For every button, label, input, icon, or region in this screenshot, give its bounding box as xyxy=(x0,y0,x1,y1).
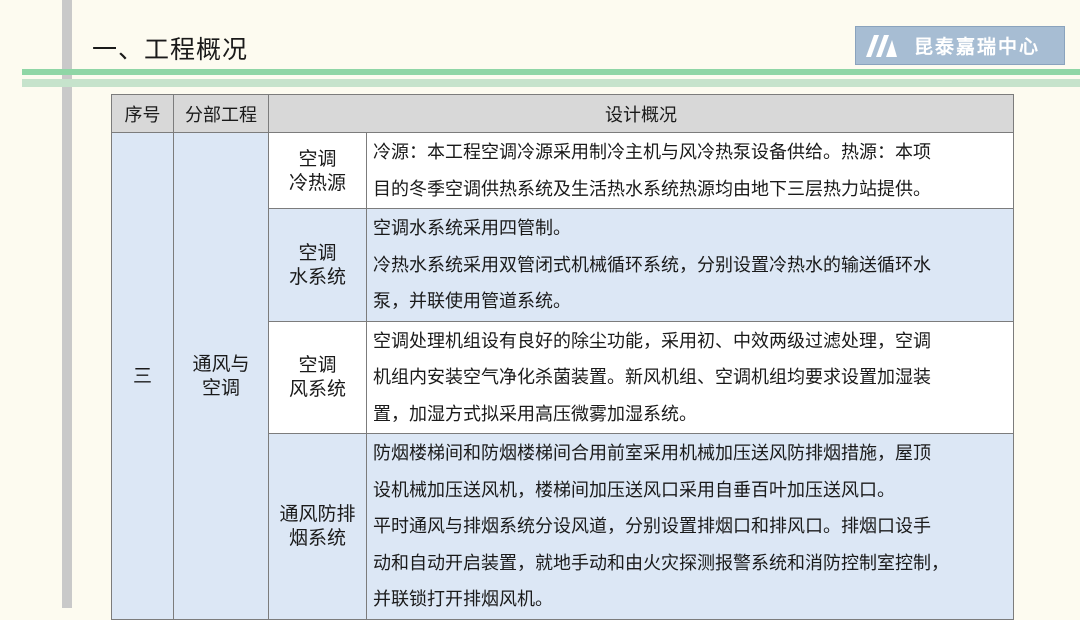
item-line: 冷热源 xyxy=(288,171,346,194)
logo-mark-icon xyxy=(866,34,897,57)
description-line: 平时通风与排烟系统分设风道，分别设置排烟口和排风口。排烟口设手 xyxy=(373,516,931,537)
item-cell: 通风防排 烟系统 xyxy=(268,433,367,620)
table-header-row: 序号 分部工程 设计概况 xyxy=(111,94,1014,133)
item-line: 烟系统 xyxy=(288,527,346,550)
header-rule-top xyxy=(22,69,1080,75)
project-overview-table: 序号 分部工程 设计概况 三 通风与 空调 空调 冷热源 冷源：本工程空调冷源采… xyxy=(111,94,1014,620)
description-line: 置，加湿方式拟采用高压微雾加湿系统。 xyxy=(373,403,697,425)
division-line: 通风与 xyxy=(192,352,250,375)
item-cell: 空调 水系统 xyxy=(268,208,367,322)
description-line: 防烟楼梯间和防烟楼梯间合用前室采用机械加压送风防排烟措施，屋顶 xyxy=(373,443,931,464)
description-line: 泵，并联使用管道系统。 xyxy=(373,291,571,312)
division-cell: 通风与 空调 xyxy=(173,132,269,620)
description-cell: 冷源：本工程空调冷源采用制冷主机与风冷热泵设备供给。热源：本项 目的冬季空调供热… xyxy=(366,132,1014,209)
index-cell: 三 xyxy=(111,132,174,620)
item-line: 通风防排 xyxy=(279,503,356,526)
logo-text: 昆泰嘉瑞中心 xyxy=(914,36,1041,58)
header-division: 分部工程 xyxy=(173,94,269,133)
description-line: 动和自动开启装置，就地手动和由火灾探测报警系统和消防控制室控制， xyxy=(373,552,949,574)
header-rule-bottom xyxy=(22,79,1080,87)
item-line: 水系统 xyxy=(288,265,346,288)
description-line: 冷源：本工程空调冷源采用制冷主机与风冷热泵设备供给。热源：本项 xyxy=(373,142,931,163)
description-cell: 防烟楼梯间和防烟楼梯间合用前室采用机械加压送风防排烟措施，屋顶 设机械加压送风机… xyxy=(366,433,1014,620)
item-line: 空调 xyxy=(298,147,337,170)
division-line: 空调 xyxy=(201,376,240,399)
description-line: 空调处理机组设有良好的除尘功能，采用初、中效两级过滤处理，空调 xyxy=(373,330,931,352)
page-title: 一、工程概况 xyxy=(92,35,249,64)
description-cell: 空调处理机组设有良好的除尘功能，采用初、中效两级过滤处理，空调 机组内安装空气净… xyxy=(366,320,1014,434)
description-line: 冷热水系统采用双管闭式机械循环系统，分别设置冷热水的输送循环水 xyxy=(373,254,931,276)
description-line: 设机械加压送风机，楼梯间加压送风口采用自垂百叶加压送风口。 xyxy=(373,479,895,501)
header-index: 序号 xyxy=(111,94,174,133)
item-line: 空调 xyxy=(298,241,337,264)
item-line: 风系统 xyxy=(288,378,346,401)
left-vertical-bar xyxy=(62,0,72,608)
table-row: 三 通风与 空调 空调 冷热源 冷源：本工程空调冷源采用制冷主机与风冷热泵设备供… xyxy=(111,132,1014,620)
description-line: 目的冬季空调供热系统及生活热水系统热源均由地下三层热力站提供。 xyxy=(373,178,931,200)
description-line: 并联锁打开排烟风机。 xyxy=(373,589,553,610)
item-line: 空调 xyxy=(298,354,337,377)
item-cell: 空调 冷热源 xyxy=(268,132,367,209)
item-cell: 空调 风系统 xyxy=(268,320,367,434)
header-design-overview: 设计概况 xyxy=(268,94,1014,133)
description-line: 机组内安装空气净化杀菌装置。新风机组、空调机组均要求设置加湿装 xyxy=(373,367,931,388)
description-cell: 空调水系统采用四管制。 冷热水系统采用双管闭式机械循环系统，分别设置冷热水的输送… xyxy=(366,208,1014,322)
company-logo: 昆泰嘉瑞中心 xyxy=(855,26,1065,65)
description-line: 空调水系统采用四管制。 xyxy=(373,218,571,239)
